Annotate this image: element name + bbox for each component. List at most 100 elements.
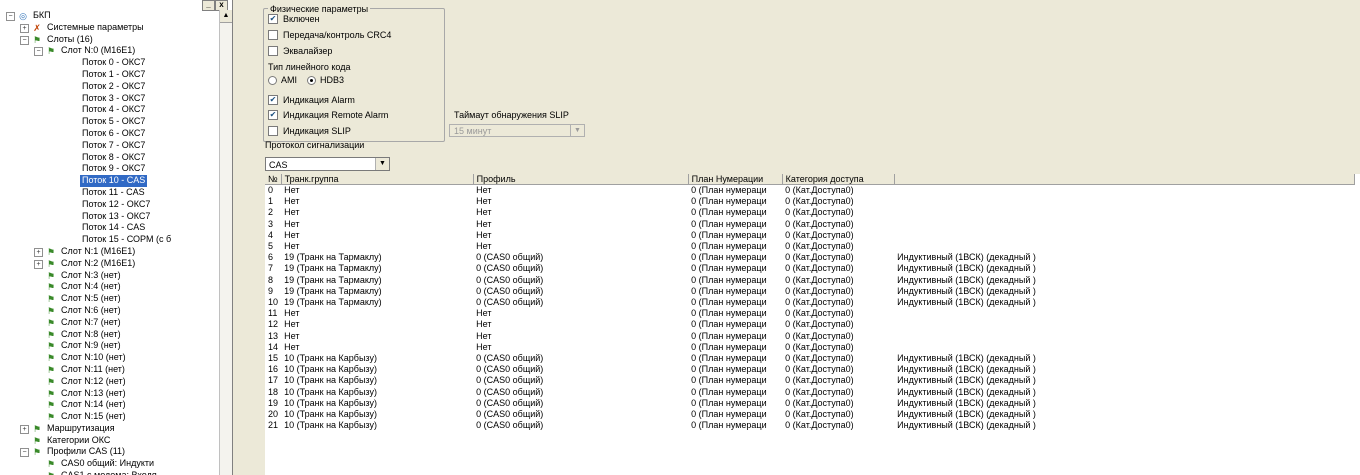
- table-cell[interactable]: 7: [265, 263, 281, 274]
- collapse-icon[interactable]: −: [20, 448, 29, 458]
- collapse-icon[interactable]: −: [6, 12, 15, 21]
- table-cell[interactable]: 0 (Кат.Доступа0): [782, 241, 894, 252]
- table-cell[interactable]: Нет: [473, 196, 688, 207]
- table-cell[interactable]: 10 (Транк на Карбызу): [281, 387, 473, 398]
- column-header[interactable]: Транк.группа: [281, 174, 474, 185]
- hdb3-radio[interactable]: [307, 75, 317, 85]
- table-cell[interactable]: Нет: [473, 185, 688, 197]
- alarm-checkbox[interactable]: ✔: [268, 95, 278, 105]
- table-cell[interactable]: Индуктивный (1ВСК) (декадный ): [894, 275, 1354, 286]
- expand-icon[interactable]: +: [20, 424, 29, 434]
- table-cell[interactable]: Индуктивный (1ВСК) (декадный ): [894, 353, 1354, 364]
- table-cell[interactable]: 10 (Транк на Карбызу): [281, 375, 473, 386]
- table-cell[interactable]: 11: [265, 308, 281, 319]
- collapse-icon[interactable]: −: [20, 35, 29, 45]
- table-cell[interactable]: 0 (Кат.Доступа0): [782, 196, 894, 207]
- table-cell[interactable]: 0 (План нумераци: [688, 219, 782, 230]
- table-cell[interactable]: Индуктивный (1ВСК) (декадный ): [894, 297, 1354, 308]
- table-cell[interactable]: 0 (CAS0 общий): [473, 297, 688, 308]
- enabled-checkbox[interactable]: ✔: [268, 14, 278, 24]
- table-cell[interactable]: Нет: [473, 308, 688, 319]
- table-cell[interactable]: Нет: [281, 319, 473, 330]
- column-header[interactable]: №: [265, 174, 282, 185]
- table-row[interactable]: 16 10 (Транк на Карбызу) 0 (CAS0 общий) 0 (…: [265, 364, 1354, 375]
- remote-alarm-checkbox[interactable]: ✔: [268, 110, 278, 120]
- expand-icon[interactable]: +: [34, 259, 43, 269]
- table-cell[interactable]: 0 (План нумераци: [688, 196, 782, 207]
- table-cell[interactable]: 8: [265, 275, 281, 286]
- table-cell[interactable]: 0 (Кат.Доступа0): [782, 398, 894, 409]
- table-cell[interactable]: [894, 319, 1354, 330]
- table-cell[interactable]: [894, 185, 1354, 197]
- table-cell[interactable]: 19: [265, 398, 281, 409]
- alarm-checkbox-row[interactable]: ✔ Индикация Alarm: [268, 94, 355, 106]
- table-cell[interactable]: Индуктивный (1ВСК) (декадный ): [894, 375, 1354, 386]
- table-cell[interactable]: 19 (Транк на Тармаклу): [281, 252, 473, 263]
- table-cell[interactable]: 0 (CAS0 общий): [473, 252, 688, 263]
- table-row[interactable]: 18 10 (Транк на Карбызу) 0 (CAS0 общий) 0 (…: [265, 387, 1354, 398]
- table-cell[interactable]: Нет: [281, 219, 473, 230]
- table-cell[interactable]: Нет: [473, 219, 688, 230]
- table-cell[interactable]: 0 (План нумераци: [688, 420, 782, 431]
- table-cell[interactable]: 0 (Кат.Доступа0): [782, 342, 894, 353]
- table-cell[interactable]: Нет: [473, 241, 688, 252]
- table-cell[interactable]: 16: [265, 364, 281, 375]
- table-row[interactable]: 3 Нет Нет 0 (План нумераци 0 (Кат.Доступа0): [265, 219, 1354, 230]
- table-cell[interactable]: 10 (Транк на Карбызу): [281, 364, 473, 375]
- table-cell[interactable]: 17: [265, 375, 281, 386]
- table-cell[interactable]: 6: [265, 252, 281, 263]
- table-cell[interactable]: Индуктивный (1ВСК) (декадный ): [894, 409, 1354, 420]
- table-cell[interactable]: 0 (План нумераци: [688, 319, 782, 330]
- equalizer-checkbox-row[interactable]: Эквалайзер: [268, 45, 332, 57]
- table-row[interactable]: 19 10 (Транк на Карбызу) 0 (CAS0 общий) 0 (…: [265, 398, 1354, 409]
- table-cell[interactable]: 0 (Кат.Доступа0): [782, 185, 894, 197]
- table-cell[interactable]: 0 (План нумераци: [688, 398, 782, 409]
- table-cell[interactable]: 19 (Транк на Тармаклу): [281, 297, 473, 308]
- table-cell[interactable]: 0 (План нумераци: [688, 409, 782, 420]
- table-cell[interactable]: 0 (Кат.Доступа0): [782, 275, 894, 286]
- table-cell[interactable]: Нет: [281, 308, 473, 319]
- table-cell[interactable]: Нет: [281, 207, 473, 218]
- ami-radio[interactable]: [268, 75, 277, 85]
- table-cell[interactable]: Индуктивный (1ВСК) (декадный ): [894, 286, 1354, 297]
- table-cell[interactable]: Индуктивный (1ВСК) (декадный ): [894, 398, 1354, 409]
- table-cell[interactable]: 21: [265, 420, 281, 431]
- table-cell[interactable]: 19 (Транк на Тармаклу): [281, 263, 473, 274]
- table-cell[interactable]: 19 (Транк на Тармаклу): [281, 286, 473, 297]
- table-cell[interactable]: 0 (Кат.Доступа0): [782, 364, 894, 375]
- table-cell[interactable]: 0 (Кат.Доступа0): [782, 219, 894, 230]
- table-cell[interactable]: 0 (План нумераци: [688, 308, 782, 319]
- minimize-button[interactable]: _: [202, 0, 215, 11]
- table-cell[interactable]: 0 (Кат.Доступа0): [782, 252, 894, 263]
- table-row[interactable]: 21 10 (Транк на Карбызу) 0 (CAS0 общий) 0 (…: [265, 420, 1354, 431]
- table-cell[interactable]: 0 (CAS0 общий): [473, 387, 688, 398]
- slip-timeout-dropdown[interactable]: 15 минут ▼: [449, 124, 585, 137]
- column-header[interactable]: Профиль: [473, 174, 689, 185]
- table-cell[interactable]: 0 (CAS0 общий): [473, 286, 688, 297]
- column-header[interactable]: Категория доступа: [782, 174, 895, 185]
- table-cell[interactable]: 0 (CAS0 общий): [473, 398, 688, 409]
- table-row[interactable]: 9 19 (Транк на Тармаклу) 0 (CAS0 общий) 0 (…: [265, 286, 1354, 297]
- table-cell[interactable]: 18: [265, 387, 281, 398]
- equalizer-checkbox[interactable]: [268, 46, 278, 56]
- table-cell[interactable]: Нет: [473, 342, 688, 353]
- table-cell[interactable]: 0 (CAS0 общий): [473, 409, 688, 420]
- table-row[interactable]: 15 10 (Транк на Карбызу) 0 (CAS0 общий) 0 (…: [265, 353, 1354, 364]
- table-cell[interactable]: 9: [265, 286, 281, 297]
- table-cell[interactable]: 0 (CAS0 общий): [473, 353, 688, 364]
- table-row[interactable]: 10 19 (Транк на Тармаклу) 0 (CAS0 общий) 0 …: [265, 297, 1354, 308]
- table-cell[interactable]: [894, 219, 1354, 230]
- table-cell[interactable]: 10 (Транк на Карбызу): [281, 398, 473, 409]
- table-cell[interactable]: Нет: [473, 230, 688, 241]
- table-cell[interactable]: Нет: [473, 319, 688, 330]
- table-cell[interactable]: [894, 241, 1354, 252]
- scroll-up-arrow-icon[interactable]: ▲: [220, 10, 232, 23]
- table-cell[interactable]: 12: [265, 319, 281, 330]
- table-row[interactable]: 4 Нет Нет 0 (План нумераци 0 (Кат.Доступа0): [265, 230, 1354, 241]
- table-cell[interactable]: 10: [265, 297, 281, 308]
- chevron-down-icon[interactable]: ▼: [570, 125, 584, 136]
- table-cell[interactable]: Нет: [281, 196, 473, 207]
- slip-checkbox-row[interactable]: Индикация SLIP: [268, 125, 351, 137]
- table-cell[interactable]: Нет: [281, 331, 473, 342]
- table-row[interactable]: 2 Нет Нет 0 (План нумераци 0 (Кат.Доступа0): [265, 207, 1354, 218]
